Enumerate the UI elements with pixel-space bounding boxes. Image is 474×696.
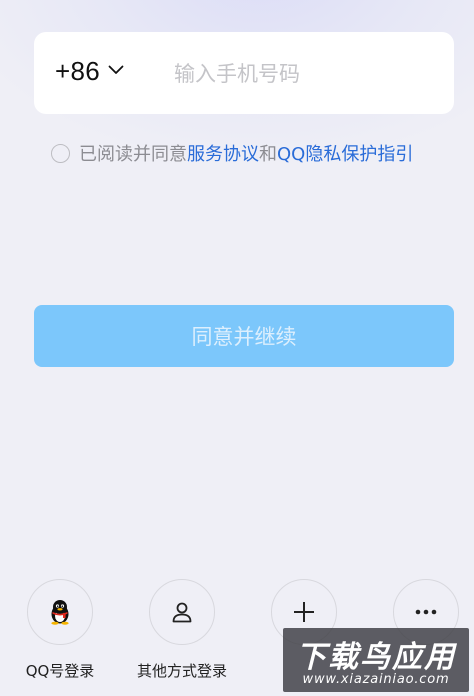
more-dots-icon [415, 609, 437, 615]
phone-input-card: +86 [34, 32, 454, 114]
agreement-and-text: 和 [259, 144, 277, 165]
watermark-url: www.xiazainiao.com [302, 672, 450, 687]
agreement-row: 已阅读并同意 服务协议 和 QQ隐私保护指引 [51, 141, 413, 165]
site-watermark: 下载鸟应用 www.xiazainiao.com [283, 628, 469, 692]
privacy-guide-link[interactable]: QQ隐私保护指引 [277, 140, 413, 166]
person-icon [172, 602, 192, 623]
country-code-selector[interactable]: +86 [55, 56, 100, 87]
agree-continue-button[interactable]: 同意并继续 [34, 305, 454, 367]
other-login-button[interactable] [149, 579, 215, 645]
qq-login-button[interactable] [27, 579, 93, 645]
qq-penguin-icon [51, 600, 69, 625]
other-login-label: 其他方式登录 [136, 662, 227, 680]
plus-icon [294, 602, 314, 622]
watermark-title: 下载鸟应用 [296, 640, 456, 675]
phone-number-input[interactable] [172, 52, 446, 96]
agreement-prefix-text: 已阅读并同意 [79, 144, 187, 165]
service-agreement-link[interactable]: 服务协议 [187, 140, 259, 166]
qq-login-label: QQ号登录 [25, 662, 95, 680]
chevron-down-icon[interactable] [108, 65, 124, 75]
agreement-radio[interactable] [51, 143, 70, 163]
